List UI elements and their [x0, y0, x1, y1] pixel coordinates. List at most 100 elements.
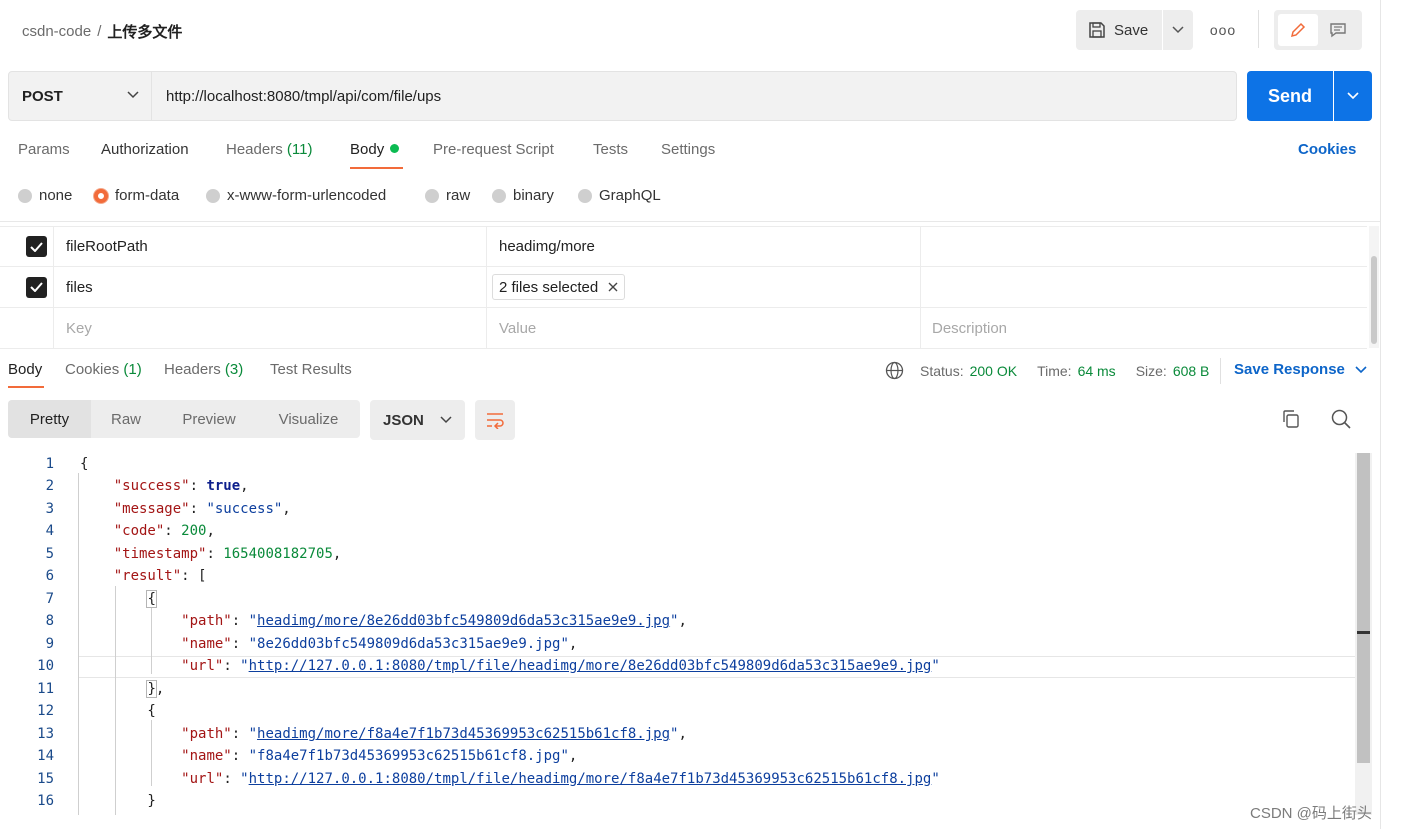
active-tab-underline: [350, 167, 403, 169]
tab-settings[interactable]: Settings: [661, 141, 715, 158]
radio-x-www-form-urlencoded[interactable]: x-www-form-urlencoded: [206, 187, 386, 204]
format-select[interactable]: JSON: [370, 400, 465, 440]
form-key[interactable]: files: [66, 267, 93, 307]
code-line: "url": "http://127.0.0.1:8080/tmpl/file/…: [181, 771, 940, 787]
radio-form-data[interactable]: form-data: [94, 187, 179, 204]
search-icon[interactable]: [1330, 408, 1352, 435]
row-checkbox[interactable]: [26, 227, 50, 266]
radio-binary[interactable]: binary: [492, 187, 554, 204]
tab-body[interactable]: Body: [350, 141, 400, 158]
tab-count: (3): [224, 361, 244, 378]
line-number: 6: [45, 568, 54, 584]
tab-params[interactable]: Params: [18, 141, 70, 158]
path-link: headimg/more/8e26dd03bfc549809d6da53c315…: [257, 613, 671, 629]
method-label: POST: [22, 87, 63, 105]
request-title[interactable]: 上传多文件: [107, 21, 182, 42]
resp-tab-cookies[interactable]: Cookies (1): [65, 361, 142, 378]
view-preview[interactable]: Preview: [161, 400, 257, 438]
form-file-value: 2 files selected: [492, 267, 626, 307]
tab-pre-request-script[interactable]: Pre-request Script: [433, 141, 554, 158]
size-label: Size:: [1135, 362, 1167, 379]
line-number: 2: [45, 478, 54, 494]
line-number: 9: [45, 636, 54, 652]
code-line: "code": 200,: [113, 523, 215, 539]
active-tab-underline: [8, 386, 44, 388]
comment-mode-button[interactable]: [1318, 14, 1358, 46]
edit-mode-button[interactable]: [1278, 14, 1318, 46]
send-dropdown-button[interactable]: [1334, 71, 1372, 121]
cookies-link[interactable]: Cookies: [1298, 141, 1356, 158]
line-number: 1: [45, 456, 54, 472]
save-dropdown-button[interactable]: [1163, 10, 1193, 50]
breadcrumb-separator: /: [97, 23, 102, 40]
line-number: 4: [45, 523, 54, 539]
line-number: 3: [45, 501, 54, 517]
chevron-down-icon: [1347, 92, 1359, 100]
divider: [1220, 358, 1221, 384]
view-visualize[interactable]: Visualize: [257, 400, 360, 438]
breadcrumb: csdn-code / 上传多文件: [22, 21, 182, 42]
line-number: 8: [45, 613, 54, 629]
scrollbar-thumb[interactable]: [1371, 256, 1377, 344]
send-button[interactable]: Send: [1247, 71, 1333, 121]
line-number: 12: [37, 703, 54, 719]
radio-graphql[interactable]: GraphQL: [578, 187, 661, 204]
format-label: JSON: [383, 411, 424, 429]
radio-none[interactable]: none: [18, 187, 72, 204]
tab-label: Body: [8, 361, 43, 378]
form-value[interactable]: headimg/more: [499, 227, 595, 266]
tab-tests[interactable]: Tests: [593, 141, 628, 158]
line-number: 15: [37, 771, 54, 787]
copy-icon[interactable]: [1280, 408, 1302, 435]
radio-label: form-data: [115, 187, 180, 204]
view-raw[interactable]: Raw: [91, 400, 161, 438]
files-chip[interactable]: 2 files selected: [492, 274, 626, 300]
tab-headers[interactable]: Headers (11): [226, 141, 312, 158]
response-body-editor[interactable]: 1 2 3 4 5 6 7 8 9 10 11 12 13 14 15 16 {…: [0, 453, 1356, 815]
close-icon[interactable]: [608, 282, 618, 292]
form-scrollbar[interactable]: [1369, 226, 1379, 348]
status-value[interactable]: 200 OK: [970, 363, 1017, 379]
view-pretty[interactable]: Pretty: [8, 400, 91, 438]
wrap-lines-button[interactable]: [475, 400, 515, 440]
url-link[interactable]: http://127.0.0.1:8080/tmpl/file/headimg/…: [249, 771, 932, 787]
chevron-down-icon: [127, 91, 139, 99]
more-options-button[interactable]: ooo: [1210, 18, 1236, 42]
tab-label: Cookies: [65, 361, 120, 378]
value-placeholder[interactable]: Value: [499, 308, 536, 348]
radio-label: x-www-form-urlencoded: [227, 187, 387, 204]
save-response-button[interactable]: Save Response: [1234, 361, 1367, 378]
code-line: },: [146, 680, 165, 698]
url-input[interactable]: http://localhost:8080/tmpl/api/com/file/…: [152, 71, 1237, 121]
url-link[interactable]: http://127.0.0.1:8080/tmpl/file/headimg/…: [249, 658, 932, 674]
form-row: files 2 files selected: [0, 267, 1367, 308]
code-line: "timestamp": 1654008182705,: [113, 546, 342, 562]
save-button[interactable]: Save: [1076, 10, 1162, 50]
tab-label: Params: [18, 141, 70, 158]
time-value[interactable]: 64 ms: [1078, 363, 1116, 379]
description-placeholder[interactable]: Description: [932, 308, 1007, 348]
code-line: {: [146, 590, 157, 608]
checkbox-checked-icon: [26, 276, 47, 298]
tab-authorization[interactable]: Authorization: [101, 141, 189, 158]
form-key[interactable]: fileRootPath: [66, 227, 148, 266]
globe-icon[interactable]: [885, 361, 904, 380]
breadcrumb-collection[interactable]: csdn-code: [22, 23, 91, 40]
resp-tab-headers[interactable]: Headers (3): [164, 361, 243, 378]
resp-tab-test-results[interactable]: Test Results: [270, 361, 352, 378]
radio-raw[interactable]: raw: [425, 187, 470, 204]
checkbox-checked-icon: [26, 236, 47, 257]
divider: [0, 221, 1380, 222]
tab-label: Pre-request Script: [433, 141, 554, 158]
tab-label: Authorization: [101, 141, 189, 158]
row-checkbox[interactable]: [26, 267, 50, 307]
tab-count: (1): [123, 361, 142, 378]
resp-tab-body[interactable]: Body: [8, 361, 42, 378]
key-placeholder[interactable]: Key: [66, 308, 92, 348]
radio-circle-selected: [94, 188, 108, 203]
method-select[interactable]: POST: [8, 71, 152, 121]
editor-scrollbar[interactable]: [1355, 453, 1372, 815]
code-line: "result": [: [113, 568, 207, 584]
scrollbar-thumb[interactable]: [1357, 453, 1370, 763]
size-value[interactable]: 608 B: [1173, 363, 1210, 379]
